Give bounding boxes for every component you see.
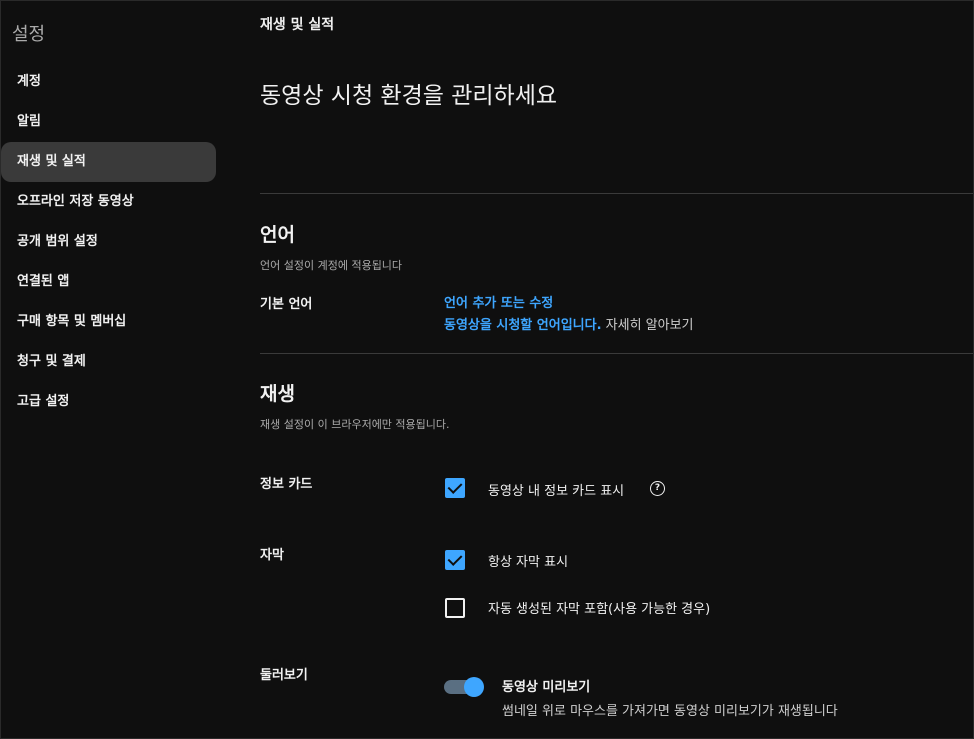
sidebar-item-connected-apps[interactable]: 연결된 앱 [1,262,216,302]
settings-sidebar: 설정 계정 알림 재생 및 실적 오프라인 저장 동영상 공개 범위 설정 연결… [0,0,224,739]
learn-more-link[interactable]: 자세히 알아보기 [602,318,694,333]
sidebar-item-billing[interactable]: 청구 및 결제 [1,342,216,382]
info-cards-option-text: 동영상 내 정보 카드 표시 [488,484,625,499]
auto-captions-text: 자동 생성된 자막 포함(사용 가능한 경우) [488,602,711,617]
question-circle-icon[interactable]: ? [650,481,665,496]
info-cards-checkbox[interactable] [445,478,465,498]
video-preview-toggle[interactable] [444,677,484,697]
video-preview-description: 썸네일 위로 마우스를 가져가면 동영상 미리보기가 재생됩니다 [502,704,838,719]
breadcrumb: 재생 및 실적 [260,17,335,33]
settings-nav: 계정 알림 재생 및 실적 오프라인 저장 동영상 공개 범위 설정 연결된 앱… [0,62,224,422]
browse-label: 둘러보기 [260,668,308,683]
sidebar-title: 설정 [12,24,46,45]
sidebar-item-privacy[interactable]: 공개 범위 설정 [1,222,216,262]
sidebar-item-advanced[interactable]: 고급 설정 [1,382,216,422]
page-title: 동영상 시청 환경을 관리하세요 [260,83,558,109]
playback-section-title: 재생 [260,383,295,405]
sidebar-item-purchases[interactable]: 구매 항목 및 멤버십 [1,302,216,342]
info-cards-label: 정보 카드 [260,477,313,492]
add-edit-language-link[interactable]: 언어 추가 또는 수정 [444,292,553,311]
divider [260,193,974,194]
settings-main: 재생 및 실적 동영상 시청 환경을 관리하세요 언어 언어 설정이 계정에 적… [260,0,974,739]
sidebar-item-notifications[interactable]: 알림 [1,102,216,142]
language-info: 동영상을 시청할 언어입니다. 자세히 알아보기 [444,314,694,333]
sidebar-item-playback[interactable]: 재생 및 실적 [1,142,216,182]
captions-label: 자막 [260,548,284,563]
auto-captions-checkbox[interactable] [445,598,465,618]
sidebar-item-account[interactable]: 계정 [1,62,216,102]
language-section-description: 언어 설정이 계정에 적용됩니다 [260,259,403,272]
toggle-knob [464,677,484,697]
language-section-title: 언어 [260,224,295,246]
always-show-captions-checkbox[interactable] [445,550,465,570]
playback-section-description: 재생 설정이 이 브라우저에만 적용됩니다. [260,418,450,431]
divider [260,353,974,354]
language-info-link[interactable]: 동영상을 시청할 언어입니다. [444,318,602,333]
always-show-captions-text: 항상 자막 표시 [488,555,569,570]
video-preview-title: 동영상 미리보기 [502,680,591,695]
sidebar-item-downloads[interactable]: 오프라인 저장 동영상 [1,182,216,222]
default-language-label: 기본 언어 [260,297,313,312]
